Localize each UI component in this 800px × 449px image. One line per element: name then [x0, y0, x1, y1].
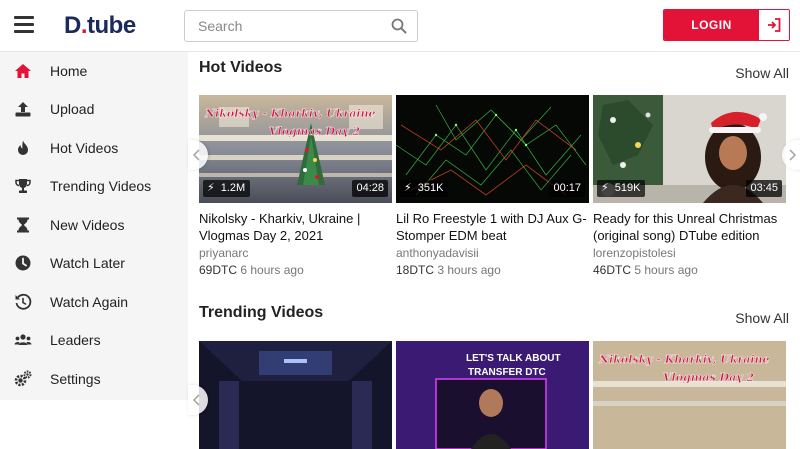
video-meta: 69DTC 6 hours ago: [199, 263, 392, 277]
video-author[interactable]: anthonyadavisii: [396, 246, 589, 260]
login-group: LOGIN: [663, 9, 790, 41]
sidebar-item-label: Settings: [50, 371, 101, 387]
menu-icon[interactable]: [14, 16, 34, 34]
trending-videos-show-all-link[interactable]: Show All: [735, 310, 789, 326]
sidebar-item-label: Hot Videos: [50, 140, 119, 156]
video-meta: 18DTC 3 hours ago: [396, 263, 589, 277]
bolt-icon: ⚡: [207, 182, 215, 194]
sidebar-item-label: Watch Later: [50, 255, 125, 271]
trending-videos-heading: Trending Videos: [199, 304, 324, 321]
bolt-icon: ⚡: [404, 182, 412, 194]
thumbnail-caption-2: Vlogmas Day 2: [269, 125, 360, 138]
home-icon: [15, 64, 31, 78]
video-age: 3 hours ago: [437, 263, 501, 277]
sidebar-item-watch-again[interactable]: Watch Again: [0, 283, 188, 321]
upload-icon: [15, 102, 31, 117]
sidebar-item-watch-later[interactable]: Watch Later: [0, 244, 188, 282]
login-button[interactable]: LOGIN: [664, 10, 759, 40]
sidebar-item-upload[interactable]: Upload: [0, 90, 188, 128]
thumbnail-caption-2: Vlogmas Day 2: [663, 371, 754, 384]
video-meta: 46DTC 5 hours ago: [593, 263, 786, 277]
chevron-right-icon: [789, 149, 797, 161]
video-thumbnail[interactable]: ⚡ 519K 03:45: [593, 95, 786, 203]
duration-badge: 03:45: [746, 180, 782, 197]
video-author[interactable]: priyanarc: [199, 246, 392, 260]
dtube-logo[interactable]: D.tube: [64, 12, 136, 40]
sidebar-item-settings[interactable]: Settings: [0, 360, 188, 398]
hot-videos-show-all-link[interactable]: Show All: [735, 65, 789, 81]
video-thumbnail[interactable]: ⚡ 351K 00:17: [396, 95, 589, 203]
sidebar-item-label: Leaders: [50, 332, 101, 348]
video-card[interactable]: LET'S TALK ABOUT TRANSFER DTC: [396, 341, 589, 449]
carousel-prev-button[interactable]: [188, 140, 208, 170]
gears-icon: [14, 370, 32, 387]
bolt-icon: ⚡: [601, 182, 609, 194]
top-header: D.tube LOGIN: [0, 0, 800, 52]
video-thumbnail[interactable]: Nikolsky - Kharkiv, Ukraine Vlogmas Day …: [593, 341, 786, 449]
sidebar-item-label: Watch Again: [50, 294, 129, 310]
main-content: Hot Videos Show All Nikolsky - Kharkiv, …: [188, 52, 800, 449]
dtc-value: 69DTC: [199, 263, 238, 277]
search-icon[interactable]: [391, 18, 407, 34]
video-author[interactable]: lorenzopistolesi: [593, 246, 786, 260]
duration-badge: 04:28: [352, 180, 388, 197]
video-card[interactable]: Nikolsky - Kharkiv, Ukraine Vlogmas Day …: [199, 95, 392, 277]
video-age: 5 hours ago: [634, 263, 698, 277]
view-count-badge: ⚡ 351K: [400, 180, 449, 197]
video-title[interactable]: Nikolsky - Kharkiv, Ukraine | Vlogmas Da…: [199, 210, 392, 244]
thumbnail-caption-1: Nikolsky - Kharkiv, Ukraine: [598, 353, 770, 366]
video-thumbnail[interactable]: [199, 341, 392, 449]
chevron-left-icon: [192, 149, 200, 161]
video-card[interactable]: ⚡ 519K 03:45 Ready for this Unreal Christ…: [593, 95, 786, 277]
sign-in-icon[interactable]: [759, 10, 789, 40]
sidebar: Home Upload Hot Videos Trending Videos N…: [0, 52, 188, 400]
history-icon: [15, 293, 32, 310]
video-card[interactable]: [199, 341, 392, 449]
users-icon: [14, 334, 32, 345]
trophy-icon: [15, 179, 31, 193]
video-thumbnail[interactable]: LET'S TALK ABOUT TRANSFER DTC: [396, 341, 589, 449]
duration-badge: 00:17: [549, 180, 585, 197]
search-box: [184, 10, 418, 42]
clock-icon: [15, 255, 31, 271]
view-count-badge: ⚡ 519K: [597, 180, 646, 197]
sidebar-item-label: Home: [50, 63, 88, 79]
dtc-value: 18DTC: [396, 263, 435, 277]
thumbnail-caption-2: TRANSFER DTC: [468, 367, 546, 378]
thumbnail-caption-1: Nikolsky - Kharkiv, Ukraine: [204, 107, 376, 120]
video-thumbnail[interactable]: Nikolsky - Kharkiv, Ukraine Vlogmas Day …: [199, 95, 392, 203]
dtc-value: 46DTC: [593, 263, 632, 277]
video-title[interactable]: Ready for this Unreal Christmas (origina…: [593, 210, 786, 244]
sidebar-item-leaders[interactable]: Leaders: [0, 321, 188, 359]
video-title[interactable]: Lil Ro Freestyle 1 with DJ Aux G-Stomper…: [396, 210, 589, 244]
video-card[interactable]: ⚡ 351K 00:17 Lil Ro Freestyle 1 with DJ A…: [396, 95, 589, 277]
sidebar-item-new-videos[interactable]: New Videos: [0, 206, 188, 244]
video-age: 6 hours ago: [240, 263, 304, 277]
sidebar-item-home[interactable]: Home: [0, 52, 188, 90]
flame-icon: [18, 140, 28, 155]
sidebar-item-label: New Videos: [50, 217, 125, 233]
chevron-left-icon: [192, 394, 200, 406]
sidebar-item-label: Trending Videos: [50, 178, 152, 194]
sidebar-item-label: Upload: [50, 101, 95, 117]
video-card[interactable]: Nikolsky - Kharkiv, Ukraine Vlogmas Day …: [593, 341, 786, 449]
hourglass-icon: [17, 217, 29, 233]
carousel-next-button[interactable]: [782, 140, 800, 170]
search-input[interactable]: [185, 11, 385, 41]
sidebar-item-hot-videos[interactable]: Hot Videos: [0, 129, 188, 167]
sidebar-item-trending-videos[interactable]: Trending Videos: [0, 167, 188, 205]
view-count-badge: ⚡ 1.2M: [203, 180, 251, 197]
thumbnail-caption-1: LET'S TALK ABOUT: [466, 353, 561, 364]
hot-videos-heading: Hot Videos: [199, 59, 283, 76]
carousel-prev-button[interactable]: [188, 385, 208, 415]
